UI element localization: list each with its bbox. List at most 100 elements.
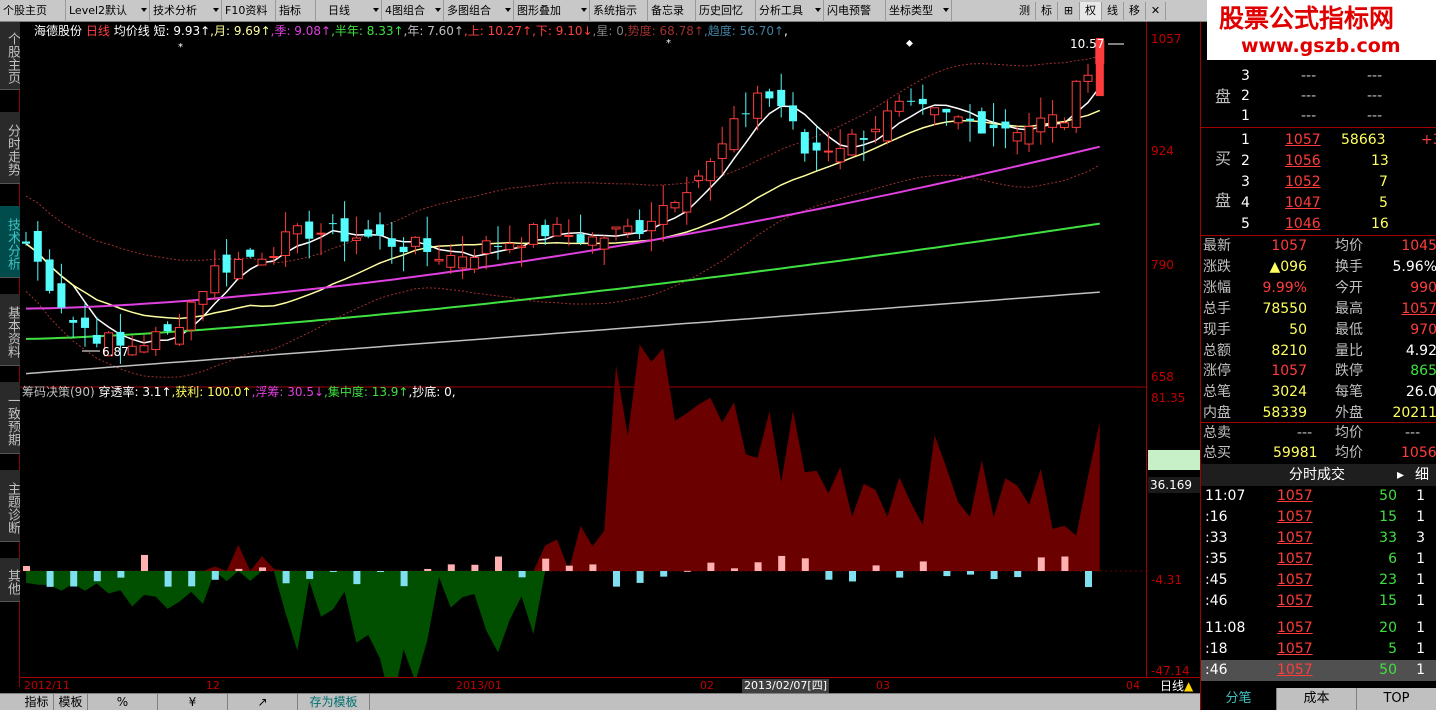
tab-label: TOP [1383,691,1410,706]
bottom-label: 指标 [24,695,49,709]
rights-button[interactable]: 权 [1080,2,1102,20]
tick-row[interactable]: 11:08 1057 20 1 [1201,618,1436,639]
candle-body [316,232,326,235]
grid-icon[interactable]: ⊞ [1058,2,1080,20]
stat-value: 8210 [1271,342,1307,359]
toolbar-system-indicator[interactable]: 系统指示 [590,0,648,22]
move-button[interactable]: 移 [1124,2,1146,20]
side-tab-tech-analysis[interactable]: 技术分析 [0,206,20,278]
quote-stat-row: 总手 78550 最高 1057 [1201,299,1436,320]
side-tab-label: 主题诊断 [5,481,20,534]
chevron-down-icon [141,8,147,12]
indicator-tab[interactable]: 指标 [20,694,54,710]
toolbar-history[interactable]: 历史回忆 [696,0,756,22]
buy-level-row[interactable]: 2 1056 13 [1201,151,1436,172]
yuan-button[interactable]: ¥ [158,694,228,710]
buy-level-row[interactable]: 4 1047 5 [1201,193,1436,214]
boll-up-value: ,上: 10.27↑ [463,24,533,38]
ticks-header[interactable]: 分时成交 ▸ 细 [1201,464,1436,486]
stat-label: 总额 [1203,342,1231,359]
toolbar-4chart[interactable]: 4图组合 [382,0,444,22]
tick-row[interactable]: :16 1057 15 1 [1201,507,1436,528]
stat-label: 最高 [1335,300,1363,317]
candle-body [127,345,137,356]
ticks-detail-button[interactable]: 细 [1415,464,1429,486]
buy-level-row[interactable]: 5 1046 16 [1201,214,1436,235]
chip-bar [46,571,54,587]
chip-bar [1014,571,1022,578]
line-button[interactable]: 线 [1102,2,1124,20]
close-icon[interactable]: ✕ [1146,2,1166,20]
chip-bar [235,568,243,571]
quote-panel: 盘 3 --- --- 2 --- --- 1 --- --- 买 盘 1 10… [1200,22,1436,710]
tab-cost[interactable]: 成本 [1277,688,1357,710]
side-tab-stock-home[interactable]: 个股主页 [0,22,20,90]
toolbar-analysis-tools[interactable]: 分析工具 [756,0,824,22]
stat-label: 换手 [1335,258,1363,275]
toolbar-indicator[interactable]: 指标 [276,0,316,22]
toolbar-multichart[interactable]: 多图组合 [444,0,514,22]
ma-season-line [25,145,1101,310]
chip-bar [495,556,502,571]
buy-level-row[interactable]: 1 1057 58663 +3 [1201,130,1436,151]
tick-time: :46 [1205,593,1228,609]
toolbar-stock-home[interactable]: 个股主页 [0,0,66,22]
side-tab-intraday[interactable]: 分时走势 [0,112,20,184]
save-template-button[interactable]: 存为模板 [298,694,370,710]
side-tab-theme[interactable]: 主题诊断 [0,470,20,542]
sell-level-row[interactable]: 1 --- --- [1201,106,1436,127]
tick-row[interactable]: :45 1057 23 1 [1201,570,1436,591]
tick-row[interactable]: :35 1057 6 1 [1201,549,1436,570]
kline-chart-area[interactable]: 10.57 6.87 * * ⬥ 海德股份 日线 均价线 短: 9.93↑,月:… [20,22,1146,707]
candle-body [410,236,420,247]
chip-bar [1061,556,1069,571]
toolbar-daily[interactable]: 日线 [316,0,382,22]
tick-row[interactable]: :46 1057 50 1 [1201,660,1436,681]
measure-button[interactable]: 测 [1014,2,1036,20]
toolbar-axis-type[interactable]: 坐标类型 [886,0,952,22]
tab-ticks[interactable]: 分笔 [1201,688,1277,710]
candle-body [611,226,621,230]
toolbar-overlay[interactable]: 图形叠加 [514,0,590,22]
mark-button[interactable]: 标 [1036,2,1058,20]
stat-value: 9.99% [1262,279,1307,296]
toolbar-f10[interactable]: F10资料 [222,0,276,22]
level-price: 1052 [1285,174,1321,190]
side-tab-consensus[interactable]: 一致预期 [0,382,20,454]
tick-row[interactable]: 11:07 1057 50 1 [1201,486,1436,507]
tab-top[interactable]: TOP [1357,688,1436,710]
tick-row[interactable]: :46 1057 15 1 [1201,591,1436,612]
boll-lower-line [25,164,1101,378]
template-tab[interactable]: 模板 [54,694,88,710]
chevron-right-icon[interactable]: ▸ [1397,464,1404,486]
percent-button[interactable]: % [88,694,158,710]
tick-row[interactable]: :18 1057 5 1 [1201,639,1436,660]
toolbar-tech-analysis[interactable]: 技术分析 [150,0,222,22]
tick-row[interactable]: :33 1057 33 3 [1201,528,1436,549]
side-tab-basic-info[interactable]: 基本资料 [0,294,20,366]
toolbar-flash-alert[interactable]: 闪电预警 [824,0,886,22]
candle-body [45,259,54,291]
stat-value: 1056 [1401,445,1436,461]
candle-body [741,113,750,115]
chip-bar [542,558,550,571]
toolbar-memo[interactable]: 备忘录 [648,0,696,22]
candle-body [1024,126,1034,145]
sell-level-row[interactable]: 2 --- --- [1201,86,1436,107]
rights-label: 权 [1085,4,1096,17]
side-tab-other[interactable]: 其他 [0,558,20,602]
candle-body [116,331,125,346]
buy-level-row[interactable]: 3 1052 7 [1201,172,1436,193]
arrow-button[interactable]: ↗ [228,694,298,710]
chip-bar [754,562,762,571]
candle-body [494,245,502,247]
level-volume: 7 [1379,174,1388,190]
stat-value: 1057 [1401,300,1436,317]
period-indicator[interactable]: 日线▲ [1160,679,1193,693]
tick-price: 1057 [1277,572,1313,588]
bottom-label: 存为模板 [309,695,358,709]
sell-level-row[interactable]: 3 --- --- [1201,66,1436,87]
grid-label: ⊞ [1063,4,1074,17]
toolbar-level2[interactable]: Level2默认 [66,0,150,22]
candle-body [953,116,963,124]
